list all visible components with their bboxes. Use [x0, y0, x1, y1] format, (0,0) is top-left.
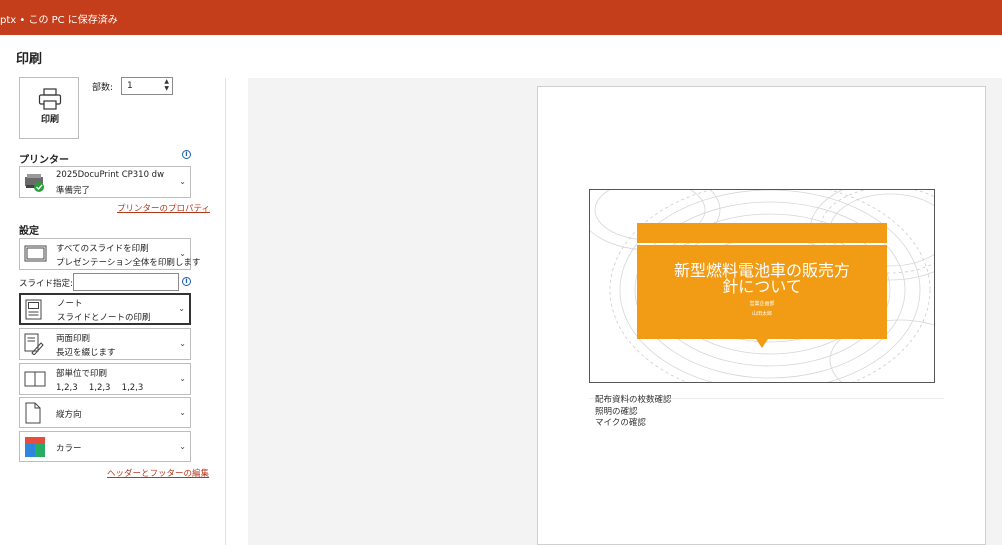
slide-title-line-2: 針について — [722, 277, 802, 296]
print-range-title: すべてのスライドを印刷 — [56, 244, 149, 254]
collate-description: 1,2,3 1,2,3 1,2,3 — [56, 383, 144, 393]
slide-thumbnail: 新型燃料電池車の販売方 針について 営業企画部 山田太郎 — [589, 189, 935, 383]
notes-page-icon — [25, 299, 42, 320]
collate-title: 部単位で印刷 — [56, 369, 108, 379]
orientation-label: 縦方向 — [56, 410, 82, 420]
portrait-icon — [25, 402, 41, 424]
collate-icon — [24, 371, 46, 387]
slides-info-icon[interactable]: i — [182, 277, 191, 286]
document-status-text: ptx • この PC に保存済み — [0, 15, 118, 26]
slides-input[interactable] — [73, 273, 179, 291]
chevron-down-icon: ⌄ — [179, 408, 186, 417]
note-line: 配布資料の枚数確認 — [595, 395, 672, 405]
printer-properties-link[interactable]: プリンターのプロパティ — [117, 202, 210, 214]
slides-icon — [24, 245, 47, 262]
printer-status: 準備完了 — [56, 186, 91, 196]
chevron-down-icon: ⌄ — [179, 442, 186, 451]
slide-name: 山田太郎 — [752, 310, 772, 317]
panel-divider — [225, 78, 226, 545]
orientation-dropdown[interactable]: 縦方向 ⌄ — [19, 397, 191, 428]
layout-title: ノート — [57, 299, 83, 309]
printer-device-icon — [25, 174, 44, 192]
duplex-dropdown[interactable]: 両面印刷 長辺を綴じます ⌄ — [19, 328, 191, 360]
print-button[interactable]: 印刷 — [19, 77, 79, 139]
printer-name: 2025DocuPrint CP310 dw — [56, 170, 165, 180]
print-settings-panel: 印刷 印刷 部数: 1 ▲ ▼ プリンター i 2025DocuPrint CP3… — [0, 35, 226, 545]
copies-stepper[interactable]: 1 ▲ ▼ — [121, 77, 173, 95]
collate-dropdown[interactable]: 部単位で印刷 1,2,3 1,2,3 1,2,3 ⌄ — [19, 363, 191, 395]
color-dropdown[interactable]: カラー ⌄ — [19, 431, 191, 462]
slide-dept: 営業企画部 — [749, 300, 774, 307]
color-icon — [25, 437, 45, 457]
header-footer-link[interactable]: ヘッダーとフッターの編集 — [107, 467, 209, 479]
note-line: 照明の確認 — [595, 406, 638, 417]
slides-label: スライド指定: — [19, 279, 73, 289]
chevron-down-icon: ⌄ — [179, 339, 186, 348]
chevron-down-icon: ⌄ — [178, 304, 185, 313]
color-label: カラー — [56, 444, 82, 454]
duplex-title: 両面印刷 — [56, 334, 91, 344]
printer-dropdown[interactable]: 2025DocuPrint CP310 dw 準備完了 ⌄ — [19, 166, 191, 198]
settings-section-heading: 設定 — [19, 226, 39, 237]
chevron-down-icon: ⌄ — [179, 249, 186, 258]
background-contour-pattern: 新型燃料電池車の販売方 針について 営業企画部 山田太郎 — [590, 190, 934, 382]
layout-dropdown[interactable]: ノート スライドとノートの印刷 ⌄ — [19, 293, 191, 325]
printer-icon — [38, 88, 62, 110]
printer-info-icon[interactable]: i — [182, 150, 191, 159]
layout-description: スライドとノートの印刷 — [57, 313, 151, 323]
chevron-down-icon: ⌄ — [179, 177, 186, 186]
duplex-description: 長辺を綴じます — [56, 348, 116, 358]
print-button-label: 印刷 — [40, 115, 59, 125]
copies-value: 1 — [127, 81, 133, 91]
spin-arrows-icon[interactable]: ▲ ▼ — [164, 78, 169, 92]
chevron-down-icon: ⌄ — [179, 374, 186, 383]
note-line: マイクの確認 — [595, 418, 646, 428]
copies-label: 部数: — [92, 83, 114, 93]
title-bar: ptx • この PC に保存済み — [0, 0, 1002, 35]
duplex-icon — [24, 333, 44, 355]
slide-notes: 配布資料の枚数確認 照明の確認 マイクの確認 — [595, 395, 672, 430]
print-range-dropdown[interactable]: すべてのスライドを印刷 プレゼンテーション全体を印刷します ⌄ — [19, 238, 200, 270]
printer-section-heading: プリンター — [19, 155, 69, 166]
page-title: 印刷 — [16, 52, 43, 67]
